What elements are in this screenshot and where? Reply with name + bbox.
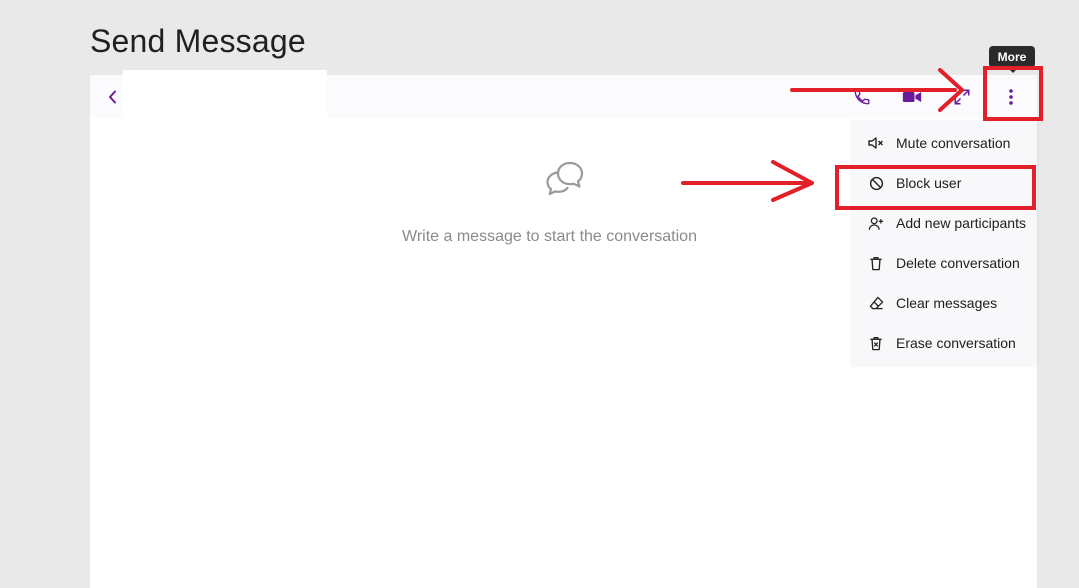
more-tooltip: More (989, 46, 1035, 73)
chevron-left-icon (109, 90, 116, 104)
menu-item-label: Erase conversation (896, 335, 1016, 351)
eraser-icon (868, 295, 884, 311)
page-title: Send Message (90, 23, 306, 60)
mute-icon (868, 135, 884, 151)
more-button[interactable] (1000, 86, 1022, 108)
menu-item-clear-messages[interactable]: Clear messages (851, 283, 1037, 323)
trash-x-icon (868, 335, 884, 351)
phone-icon (854, 89, 870, 105)
video-call-button[interactable] (901, 86, 923, 108)
block-icon (868, 175, 884, 191)
video-camera-icon (902, 92, 922, 102)
menu-item-erase-conversation[interactable]: Erase conversation (851, 323, 1037, 363)
expand-button[interactable] (951, 86, 973, 108)
chat-header (90, 70, 1037, 120)
back-button[interactable] (104, 88, 122, 106)
expand-icon (954, 89, 970, 105)
chat-bubbles-icon (546, 161, 584, 196)
menu-item-label: Mute conversation (896, 135, 1011, 151)
trash-icon (868, 255, 884, 271)
add-user-icon (868, 215, 884, 231)
call-button[interactable] (851, 86, 873, 108)
menu-item-block-user[interactable]: Block user (851, 163, 1037, 203)
menu-item-mute-conversation[interactable]: Mute conversation (851, 123, 1037, 163)
contact-name-redacted (123, 70, 327, 120)
menu-item-add-new-participants[interactable]: Add new participants (851, 203, 1037, 243)
menu-item-label: Delete conversation (896, 255, 1020, 271)
menu-item-label: Add new participants (896, 215, 1026, 231)
more-menu: Mute conversation Block user Add new par… (851, 120, 1037, 365)
more-vertical-icon (1009, 89, 1013, 105)
menu-item-label: Block user (896, 175, 962, 191)
menu-item-label: Clear messages (896, 295, 998, 311)
menu-item-delete-conversation[interactable]: Delete conversation (851, 243, 1037, 283)
